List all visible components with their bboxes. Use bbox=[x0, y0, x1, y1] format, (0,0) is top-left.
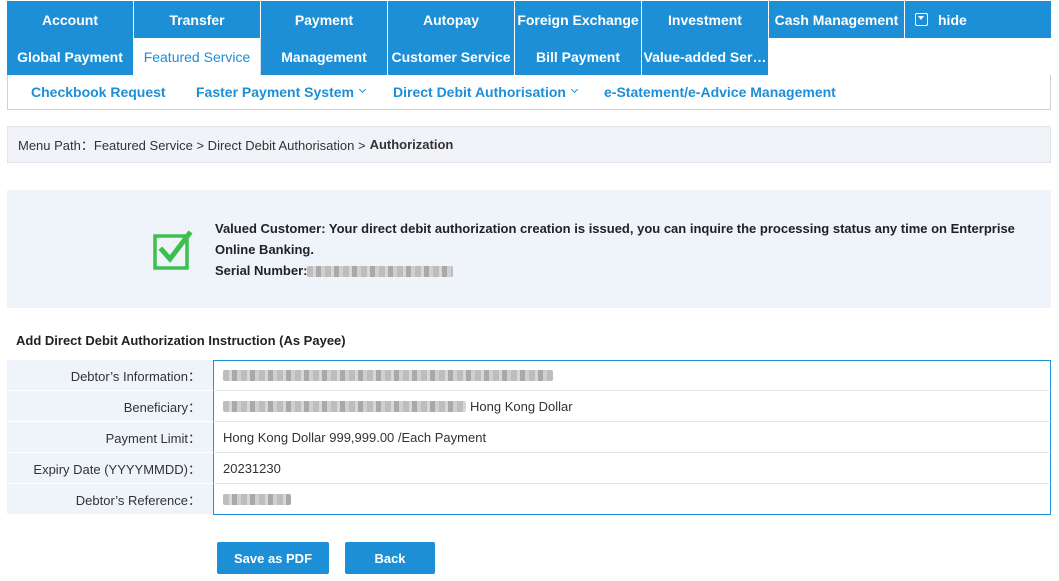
nav-tab-investment[interactable]: Investment bbox=[642, 1, 769, 38]
beneficiary-value: Hong Kong Dollar bbox=[213, 391, 1051, 422]
serial-number-redacted bbox=[307, 266, 454, 278]
form-title: Add Direct Debit Authorization Instructi… bbox=[16, 333, 346, 348]
chevron-down-icon bbox=[358, 85, 367, 94]
main-nav-row-2: Global Payment Featured Service Manageme… bbox=[7, 38, 769, 75]
hide-nav-toggle[interactable]: hide bbox=[905, 1, 967, 38]
success-panel: Valued Customer: Your direct debit autho… bbox=[7, 190, 1051, 308]
success-message-block: Valued Customer: Your direct debit autho… bbox=[215, 218, 1045, 281]
debtor-information-label: Debtor’s Information： bbox=[7, 360, 213, 391]
success-check-icon bbox=[153, 230, 193, 270]
back-button[interactable]: Back bbox=[345, 542, 435, 574]
hide-label: hide bbox=[938, 11, 967, 28]
table-row: Debtor’s Information： bbox=[7, 360, 1051, 391]
nav-tab-management[interactable]: Management bbox=[261, 38, 388, 75]
nav-tab-bill-payment[interactable]: Bill Payment bbox=[515, 38, 642, 75]
collapse-icon bbox=[915, 13, 928, 26]
authorization-details-table: Debtor’s Information： Beneficiary： Hong … bbox=[7, 360, 1051, 515]
nav-tab-global-payment[interactable]: Global Payment bbox=[7, 38, 134, 75]
expiry-date-label: Expiry Date (YYYYMMDD)： bbox=[7, 453, 213, 484]
nav-tab-account[interactable]: Account bbox=[7, 1, 134, 38]
beneficiary-label: Beneficiary： bbox=[7, 391, 213, 422]
payment-limit-value: Hong Kong Dollar 999,999.00 /Each Paymen… bbox=[213, 422, 1051, 453]
subnav-checkbook-request[interactable]: Checkbook Request bbox=[31, 75, 166, 108]
payment-limit-label: Payment Limit： bbox=[7, 422, 213, 453]
table-row: Expiry Date (YYYYMMDD)： 20231230 bbox=[7, 453, 1051, 484]
nav-tab-foreign-exchange[interactable]: Foreign Exchange bbox=[515, 1, 642, 38]
subnav-label: Faster Payment System bbox=[196, 83, 354, 100]
debtor-reference-label: Debtor’s Reference： bbox=[7, 484, 213, 515]
subnav-direct-debit-authorisation[interactable]: Direct Debit Authorisation bbox=[393, 75, 578, 108]
subnav-label: e-Statement/e-Advice Management bbox=[604, 83, 836, 100]
debtor-information-redacted bbox=[223, 370, 553, 381]
breadcrumb-path: Menu Path：Featured Service > Direct Debi… bbox=[18, 138, 366, 153]
beneficiary-currency: Hong Kong Dollar bbox=[470, 398, 573, 414]
serial-number-label: Serial Number: bbox=[215, 263, 308, 278]
expiry-date-value: 20231230 bbox=[213, 453, 1051, 484]
breadcrumb-current: Authorization bbox=[369, 137, 454, 152]
table-row: Debtor’s Reference： bbox=[7, 484, 1051, 515]
subnav-faster-payment-system[interactable]: Faster Payment System bbox=[196, 75, 367, 108]
nav-tab-transfer[interactable]: Transfer bbox=[134, 1, 261, 38]
beneficiary-redacted bbox=[223, 400, 466, 412]
sub-nav: Checkbook Request Faster Payment System … bbox=[7, 75, 1051, 110]
serial-number-line: Serial Number: bbox=[215, 260, 1045, 281]
table-row: Payment Limit： Hong Kong Dollar 999,999.… bbox=[7, 422, 1051, 453]
subnav-label: Direct Debit Authorisation bbox=[393, 83, 566, 100]
debtor-reference-value bbox=[213, 484, 1051, 515]
nav-tab-customer-service[interactable]: Customer Service bbox=[388, 38, 515, 75]
debtor-reference-redacted bbox=[223, 493, 291, 505]
nav-tab-featured-service[interactable]: Featured Service bbox=[134, 38, 261, 75]
table-row: Beneficiary： Hong Kong Dollar bbox=[7, 391, 1051, 422]
chevron-down-icon bbox=[570, 85, 578, 94]
success-message: Valued Customer: Your direct debit autho… bbox=[215, 221, 1015, 257]
breadcrumb: Menu Path：Featured Service > Direct Debi… bbox=[7, 126, 1051, 163]
nav-tab-autopay[interactable]: Autopay bbox=[388, 1, 515, 38]
main-nav-row-1: Account Transfer Payment Autopay Foreign… bbox=[7, 1, 1051, 38]
nav-tab-value-added-services[interactable]: Value-added Ser… bbox=[642, 38, 769, 75]
subnav-e-statement-management[interactable]: e-Statement/e-Advice Management bbox=[604, 75, 836, 108]
subnav-label: Checkbook Request bbox=[31, 83, 166, 100]
save-as-pdf-button[interactable]: Save as PDF bbox=[217, 542, 329, 574]
debtor-information-value bbox=[213, 360, 1051, 391]
nav-tab-payment[interactable]: Payment bbox=[261, 1, 388, 38]
nav-tab-cash-management[interactable]: Cash Management bbox=[769, 1, 905, 38]
